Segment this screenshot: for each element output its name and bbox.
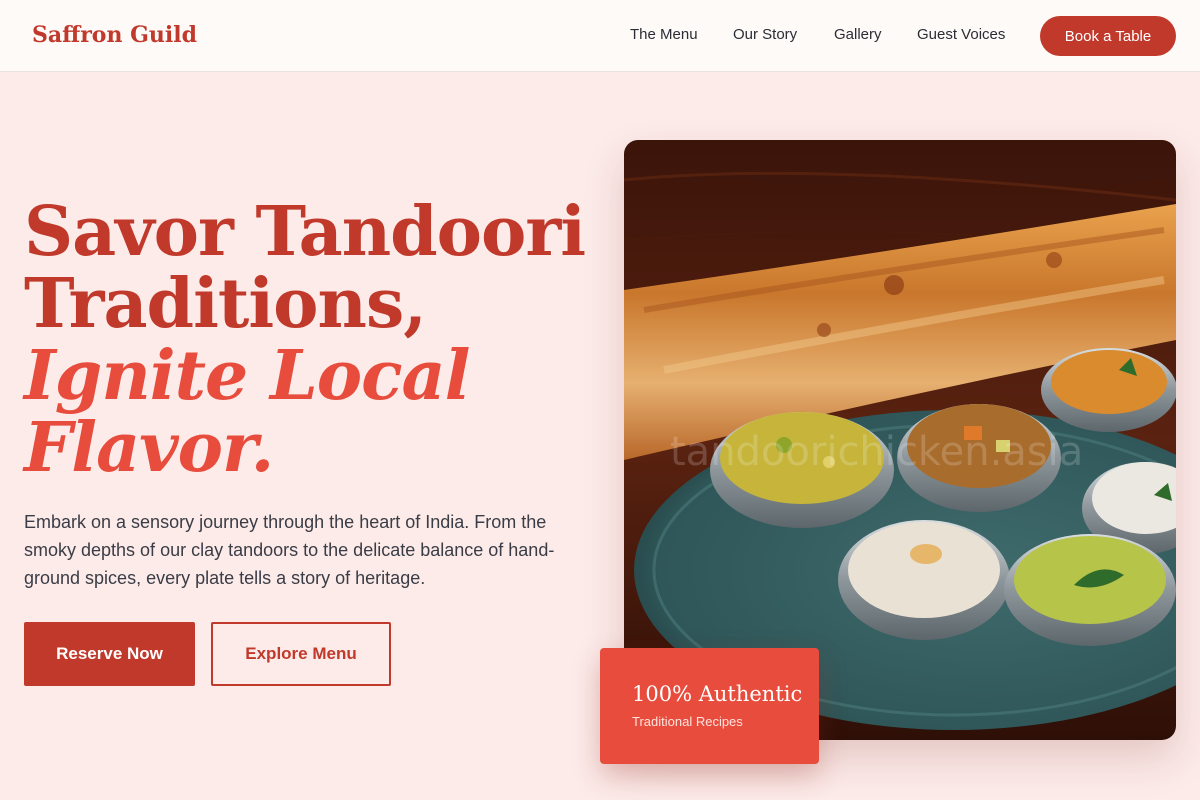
nav-item-our-story[interactable]: Our Story: [733, 26, 797, 43]
headline-line: Traditions,: [24, 264, 427, 344]
headline-accent-line: Flavor.: [24, 408, 274, 488]
brand-logo[interactable]: Saffron Guild: [32, 22, 197, 48]
headline-line: Savor Tandoori: [24, 192, 586, 272]
headline-accent-line: Ignite Local: [24, 336, 470, 416]
authentic-badge: 100% Authentic Traditional Recipes: [600, 648, 819, 764]
nav-item-menu[interactable]: The Menu: [630, 26, 698, 43]
reserve-now-button[interactable]: Reserve Now: [24, 622, 195, 686]
hero-description: Embark on a sensory journey through the …: [24, 512, 555, 588]
book-table-button[interactable]: Book a Table: [1040, 16, 1176, 56]
badge-title: 100% Authentic: [632, 682, 803, 706]
site-header: Saffron Guild The Menu Our Story Gallery…: [0, 0, 1200, 72]
nav-item-gallery[interactable]: Gallery: [834, 26, 882, 43]
explore-menu-button[interactable]: Explore Menu: [211, 622, 391, 686]
nav-item-guest-voices[interactable]: Guest Voices: [917, 26, 1005, 43]
hero-headline: Savor Tandoori Traditions, Ignite Local …: [24, 192, 586, 488]
image-watermark: tandoorichicken.asia: [670, 429, 1083, 475]
badge-subtitle: Traditional Recipes: [632, 714, 743, 729]
